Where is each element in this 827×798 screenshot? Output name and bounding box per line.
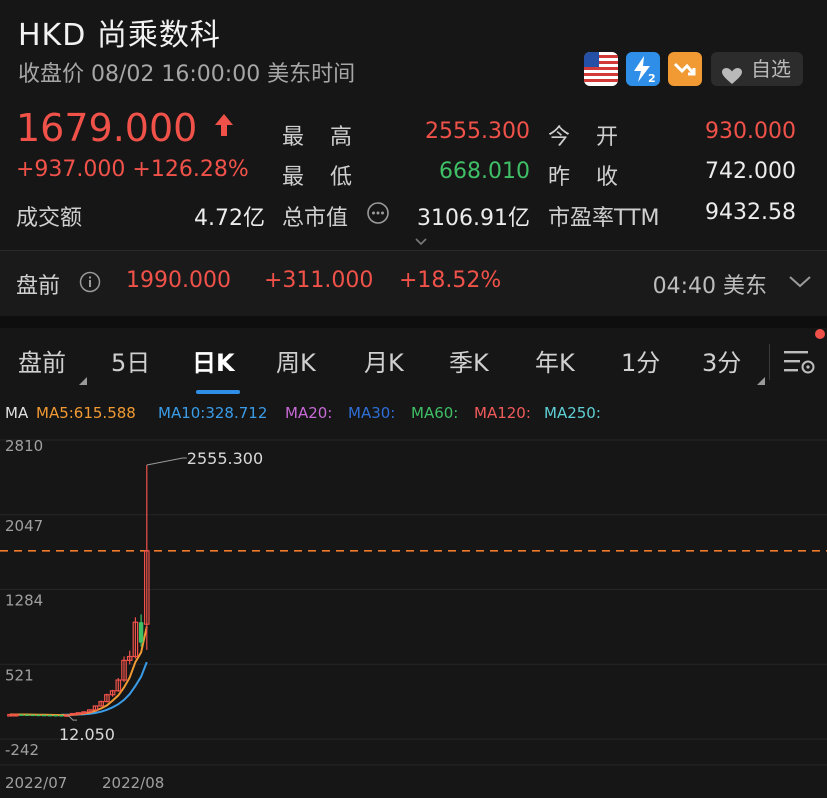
prev-close-label: 昨 收 xyxy=(548,165,621,190)
ma30-legend: MA30: xyxy=(348,404,396,422)
high-label: 最 高 xyxy=(282,125,355,150)
tab-daily-k[interactable]: 日K xyxy=(192,343,235,378)
tab-quarterly-k[interactable]: 季K xyxy=(449,343,489,378)
high-annotation: 2555.300 xyxy=(187,449,263,468)
tab-3min[interactable]: 3分 xyxy=(702,343,741,378)
active-tab-indicator xyxy=(196,390,240,394)
dropdown-corner-icon xyxy=(757,377,765,385)
open-value: 930.000 xyxy=(705,119,796,144)
close-time-subtitle: 收盘价 08/02 16:00:00 美东时间 xyxy=(18,62,356,87)
ma60-legend: MA60: xyxy=(411,404,459,422)
premarket-change: +311.000 xyxy=(264,268,374,293)
open-label: 今 开 xyxy=(548,125,621,150)
candle-body xyxy=(138,622,144,643)
pe-label: 市盈率TTM xyxy=(548,206,660,231)
premarket-time: 04:40 美东 xyxy=(652,274,767,299)
premarket-price: 1990.000 xyxy=(126,268,231,293)
last-price: 1679.000 xyxy=(16,106,198,150)
tab-5day[interactable]: 5日 xyxy=(111,343,150,378)
candle-body xyxy=(42,714,47,717)
candle-body xyxy=(36,714,41,717)
ma-label: MA xyxy=(5,404,29,422)
premarket-label: 盘前 xyxy=(16,274,61,299)
tab-monthly-k[interactable]: 月K xyxy=(364,343,404,378)
chevron-down-icon[interactable] xyxy=(788,274,812,293)
ma120-legend: MA120: xyxy=(474,404,531,422)
y-tick-label: 521 xyxy=(5,666,34,684)
candle-body xyxy=(19,714,24,716)
us-flag-icon[interactable] xyxy=(584,52,618,86)
price-change: +937.000 +126.28% xyxy=(16,157,249,182)
tab-yearly-k[interactable]: 年K xyxy=(535,343,575,378)
candle-body xyxy=(59,715,64,717)
stock-title: HKD 尚乘数科 xyxy=(18,18,221,53)
y-tick-label: 2047 xyxy=(5,517,43,535)
more-icon[interactable] xyxy=(366,201,390,229)
y-tick-label: 1284 xyxy=(5,592,43,610)
candle-body xyxy=(53,714,58,717)
tab-premarket[interactable]: 盘前 xyxy=(18,343,66,378)
ma5-legend: MA5:615.588 xyxy=(36,404,136,422)
premarket-percent: +18.52% xyxy=(399,268,502,293)
turnover-value: 4.72亿 xyxy=(194,206,265,231)
heart-icon xyxy=(721,61,743,95)
low-value: 668.010 xyxy=(439,159,530,184)
prev-close-value: 742.000 xyxy=(705,159,796,184)
high-annotation-leader xyxy=(146,457,187,466)
tab-weekly-k[interactable]: 周K xyxy=(276,343,316,378)
info-icon[interactable] xyxy=(79,271,101,297)
bolt-level2-icon[interactable]: 2 xyxy=(626,52,660,86)
candle-body xyxy=(24,714,30,717)
arrow-up-icon xyxy=(214,112,234,142)
turnover-label: 成交额 xyxy=(16,206,83,231)
x-tick-label: 2022/08 xyxy=(102,774,164,792)
dropdown-corner-icon xyxy=(79,377,87,385)
market-cap-value: 3106.91亿 xyxy=(417,206,530,231)
expand-chevron-icon[interactable] xyxy=(414,232,428,251)
high-value: 2555.300 xyxy=(425,119,530,144)
svg-text:2: 2 xyxy=(648,72,656,85)
tab-1min[interactable]: 1分 xyxy=(621,343,660,378)
ma20-legend: MA20: xyxy=(285,404,333,422)
pe-value: 9432.58 xyxy=(705,200,796,225)
y-tick-label: -242 xyxy=(5,741,39,759)
ma250-legend: MA250: xyxy=(544,404,601,422)
trend-down-icon[interactable] xyxy=(668,52,702,86)
add-to-watchlist-button[interactable]: 自选 xyxy=(711,52,803,86)
x-tick-label: 2022/07 xyxy=(5,774,67,792)
candlestick-chart[interactable]: 2810 2047 1284 521 -242 2555.300 12.050 2022/07… xyxy=(0,428,827,798)
watchlist-label: 自选 xyxy=(751,57,791,81)
low-label: 最 低 xyxy=(282,165,355,190)
notification-dot xyxy=(815,329,825,339)
chart-settings-icon[interactable] xyxy=(782,348,816,380)
market-cap-label: 总市值 xyxy=(282,206,349,231)
low-annotation: 12.050 xyxy=(59,725,115,744)
candle-body xyxy=(30,714,35,717)
candle-body xyxy=(47,714,53,717)
ma10-legend: MA10:328.712 xyxy=(158,404,268,422)
y-tick-label: 2810 xyxy=(5,437,43,455)
